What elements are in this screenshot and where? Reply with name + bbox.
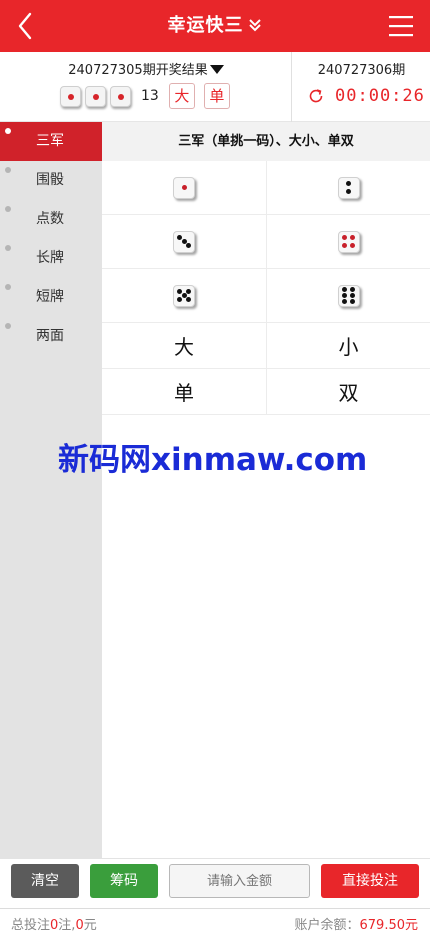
countdown-value: 00:00:26: [335, 86, 425, 106]
bet-option-dice-1[interactable]: [102, 161, 266, 214]
dice-icon: [85, 85, 106, 107]
sidebar-item[interactable]: 围骰: [0, 161, 102, 200]
refresh-icon[interactable]: [307, 87, 325, 105]
sidebar-item[interactable]: 三军: [0, 122, 102, 161]
countdown-timer: 00:00:26: [307, 86, 425, 106]
next-period-label: 240727306期: [317, 63, 406, 78]
page-title: 幸运快三: [167, 15, 244, 36]
dice-face-1-icon: [173, 176, 195, 199]
bet-action-bar: 清空 筹码 直接投注: [0, 858, 430, 908]
sidebar-item-label: 两面: [36, 328, 64, 344]
sidebar-item-label: 三军: [36, 133, 64, 149]
section-title: 三军（单挑一码）、大小、单双: [102, 122, 430, 161]
sidebar-item[interactable]: 短牌: [0, 278, 102, 317]
bet-options-grid: 大小单双: [102, 161, 430, 415]
sidebar-item[interactable]: 两面: [0, 317, 102, 356]
dice-icon: [110, 85, 131, 107]
bullet-dot-icon: [5, 128, 11, 134]
total-prefix: 总投注: [11, 918, 51, 933]
total-bets: 总投注0注,0元: [11, 914, 97, 933]
bet-option-text[interactable]: 大: [102, 323, 266, 368]
bets-unit: 注,: [58, 918, 76, 933]
chips-button[interactable]: 筹码: [90, 864, 158, 898]
clear-button[interactable]: 清空: [11, 864, 79, 898]
bet-summary-footer: 总投注0注,0元 账户余额：679.50元: [0, 908, 430, 934]
bet-option-dice-6[interactable]: [266, 269, 430, 322]
draw-sum: 13: [141, 88, 159, 104]
sidebar-item-label: 点数: [36, 211, 64, 227]
bet-option-label: 小: [338, 335, 359, 359]
balance-value: 679.50元: [359, 918, 419, 933]
sidebar-item[interactable]: 长牌: [0, 239, 102, 278]
last-draw-panel: 240727305期开奖结果 13 大 单: [0, 52, 292, 122]
bet-row: [102, 161, 430, 215]
hamburger-menu-icon[interactable]: [388, 15, 414, 37]
bet-row: 大小: [102, 323, 430, 369]
bet-option-text[interactable]: 单: [102, 369, 266, 414]
bet-row: [102, 269, 430, 323]
dice-face-4-icon: [337, 230, 360, 253]
dice-icon: [60, 85, 81, 107]
bet-option-label: 双: [338, 381, 359, 405]
last-draw-dice: 13 大 单: [60, 82, 239, 110]
bet-type-sidebar: 三军围骰点数长牌短牌两面: [0, 122, 102, 858]
bet-option-dice-4[interactable]: [266, 215, 430, 268]
dice-face-5-icon: [173, 284, 195, 307]
bet-option-dice-5[interactable]: [102, 269, 266, 322]
dice-face-2-icon: [337, 176, 360, 199]
bullet-dot-icon: [5, 206, 11, 212]
sidebar-item-label: 长牌: [36, 250, 64, 266]
watermark-text: 新码网xinmaw.com: [58, 442, 368, 478]
caret-down-icon: [209, 65, 224, 74]
last-period-label: 240727305期开奖结果: [68, 63, 208, 78]
bullet-dot-icon: [5, 167, 11, 173]
total-amount: 0: [75, 918, 84, 933]
sidebar-item[interactable]: 点数: [0, 200, 102, 239]
sidebar-item-label: 短牌: [36, 289, 64, 305]
bullet-dot-icon: [5, 284, 11, 290]
game-selector[interactable]: 幸运快三: [0, 0, 430, 52]
amount-unit: 元: [83, 918, 97, 933]
double-chevron-down-icon: [248, 19, 261, 32]
bet-option-dice-3[interactable]: [102, 215, 266, 268]
amount-input[interactable]: [169, 864, 310, 898]
next-draw-panel: 240727306期 00:00:26: [293, 52, 430, 122]
dice-face-3-icon: [173, 230, 195, 253]
bullet-dot-icon: [5, 245, 11, 251]
bet-options-panel: 三军（单挑一码）、大小、单双 大小单双: [102, 122, 430, 415]
bet-option-label: 大: [174, 335, 194, 359]
bet-row: 单双: [102, 369, 430, 415]
draw-results-bar: 240727305期开奖结果 13 大 单 240727306期 00:00:2…: [0, 52, 430, 122]
last-period-dropdown[interactable]: 240727305期开奖结果: [0, 59, 292, 78]
size-badge: 大: [168, 83, 195, 109]
bet-option-text[interactable]: 小: [266, 323, 430, 368]
dice-face-6-icon: [337, 284, 360, 307]
bet-option-label: 单: [174, 381, 194, 405]
bet-option-text[interactable]: 双: [266, 369, 430, 414]
bet-row: [102, 215, 430, 269]
balance-label: 账户余额：: [294, 918, 360, 933]
parity-badge: 单: [203, 83, 230, 109]
bullet-dot-icon: [5, 323, 11, 329]
place-bet-button[interactable]: 直接投注: [321, 864, 419, 898]
sidebar-item-label: 围骰: [36, 172, 64, 188]
bet-option-dice-2[interactable]: [266, 161, 430, 214]
account-balance: 账户余额：679.50元: [294, 914, 418, 933]
top-header: 幸运快三: [0, 0, 430, 52]
